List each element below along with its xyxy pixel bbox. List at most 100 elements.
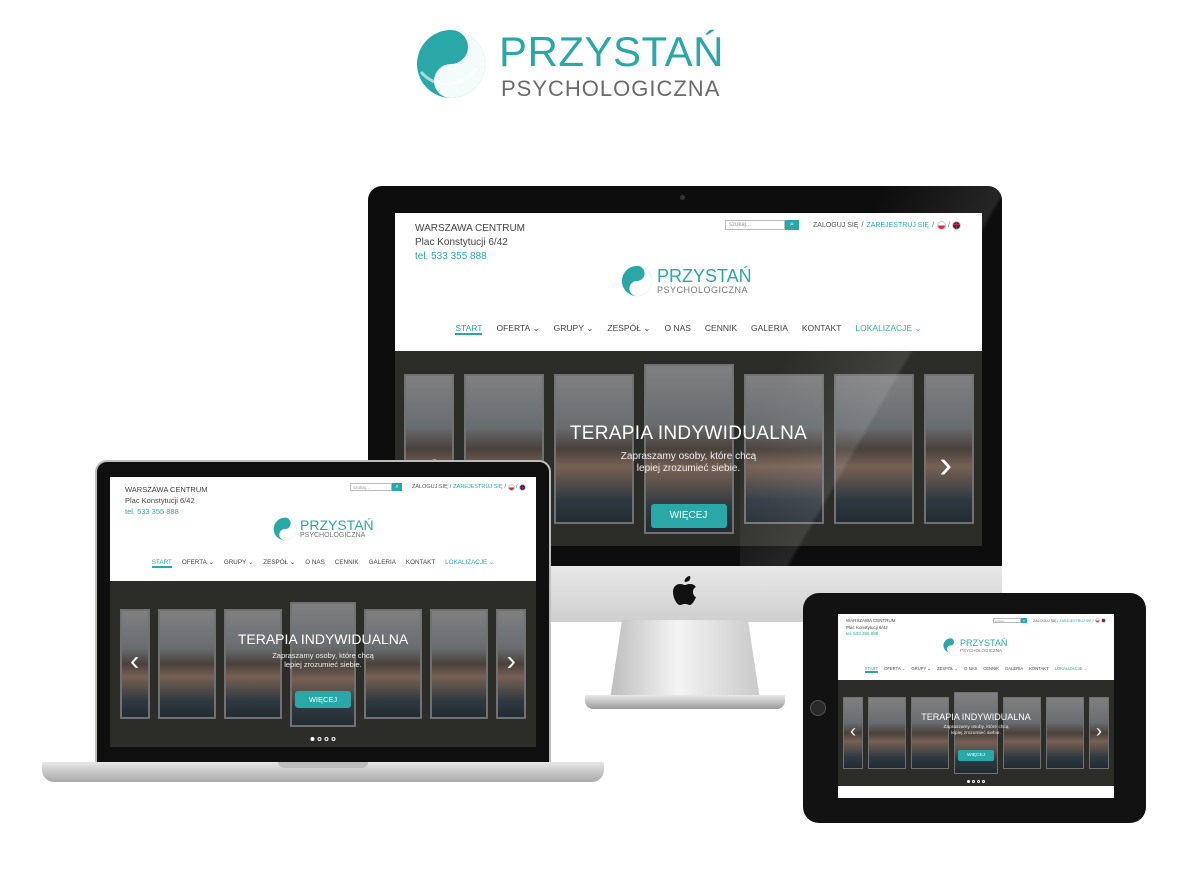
- chevron-down-icon: ⌄: [248, 559, 254, 566]
- site-logo-tagline: PSYCHOLOGICZNA: [300, 532, 366, 539]
- separator: /: [1092, 618, 1094, 623]
- search-input[interactable]: szukaj...: [993, 618, 1021, 623]
- nav-lokalizacje[interactable]: LOKALIZACJE ⌄: [1055, 666, 1088, 673]
- slider-dot[interactable]: [317, 737, 322, 741]
- search-icon[interactable]: ⌕: [785, 220, 799, 230]
- chevron-left-icon[interactable]: ‹: [850, 722, 856, 740]
- pl-flag-icon[interactable]: [1094, 618, 1100, 623]
- hero-title: TERAPIA INDYWIDUALNA: [237, 631, 409, 647]
- slider-dot[interactable]: [972, 780, 975, 783]
- monitor-stand-foot: [585, 695, 785, 709]
- nav-lokalizacje[interactable]: LOKALIZACJE ⌄: [445, 559, 494, 568]
- search-input[interactable]: szukaj...: [350, 483, 392, 491]
- separator: /: [1057, 618, 1059, 623]
- address-street: Plac Konstytucji 6/42: [125, 496, 195, 505]
- nav-o-nas[interactable]: O NAS: [964, 666, 977, 673]
- slider-dot[interactable]: [982, 780, 985, 783]
- nav-oferta[interactable]: OFERTA ⌄: [182, 559, 214, 568]
- nav-oferta[interactable]: OFERTA ⌄: [884, 666, 905, 673]
- chevron-down-icon: ⌄: [914, 323, 922, 333]
- gb-flag-icon[interactable]: [518, 483, 526, 491]
- nav-zespol[interactable]: ZESPÓŁ ⌄: [937, 666, 958, 673]
- phone-number[interactable]: tel. 533 355 888: [125, 506, 208, 517]
- nav-cennik[interactable]: CENNIK: [705, 323, 737, 335]
- phone-number[interactable]: tel. 533 355 888: [846, 631, 896, 638]
- nav-start[interactable]: START: [151, 559, 172, 568]
- apple-logo-icon: [672, 576, 698, 614]
- login-link[interactable]: ZALOGUJ SIĘ: [1033, 619, 1056, 623]
- chevron-right-icon[interactable]: ›: [1096, 722, 1102, 740]
- nav-zespol[interactable]: ZESPÓŁ ⌄: [607, 323, 650, 335]
- login-link[interactable]: ZALOGUJ SIĘ: [813, 222, 859, 229]
- hero-title: TERAPIA INDYWIDUALNA: [569, 423, 808, 444]
- brand-tagline: PSYCHOLOGICZNA: [501, 76, 721, 101]
- yin-yang-wave-icon: [943, 638, 958, 653]
- nav-galeria[interactable]: GALERIA: [369, 559, 396, 568]
- more-button[interactable]: WIĘCEJ: [295, 691, 351, 708]
- login-link[interactable]: ZALOGUJ SIĘ: [412, 484, 448, 490]
- separator: /: [449, 484, 452, 490]
- search-input[interactable]: szukaj...: [725, 220, 785, 230]
- more-button[interactable]: WIĘCEJ: [958, 750, 994, 761]
- search-icon[interactable]: ⌕: [1021, 618, 1027, 623]
- brand-name: PRZYSTAŃ: [499, 28, 724, 75]
- register-link[interactable]: ZAREJESTRUJ SIĘ: [1059, 619, 1091, 623]
- nav-zespol[interactable]: ZESPÓŁ ⌄: [263, 559, 295, 568]
- separator: /: [948, 221, 950, 229]
- chevron-right-icon[interactable]: ›: [507, 647, 516, 675]
- nav-cennik[interactable]: CENNIK: [983, 666, 999, 673]
- nav-oferta[interactable]: OFERTA ⌄: [496, 323, 539, 335]
- nav-cennik[interactable]: CENNIK: [335, 559, 359, 568]
- brand-logo: PRZYSTAŃ PSYCHOLOGICZNA: [415, 28, 745, 103]
- slider-dot[interactable]: [324, 737, 329, 741]
- chevron-left-icon[interactable]: ‹: [130, 647, 139, 675]
- register-link[interactable]: ZAREJESTRUJ SIĘ: [453, 484, 502, 490]
- chevron-down-icon: ⌄: [643, 323, 651, 333]
- chevron-down-icon: ⌄: [289, 559, 296, 566]
- nav-grupy[interactable]: GRUPY ⌄: [554, 323, 594, 335]
- nav-galeria[interactable]: GALERIA: [1005, 666, 1023, 673]
- home-button-icon[interactable]: [810, 700, 826, 716]
- yin-yang-wave-icon: [621, 265, 653, 297]
- nav-kontakt[interactable]: KONTAKT: [406, 559, 435, 568]
- pl-flag-icon[interactable]: [937, 220, 947, 230]
- site-logo[interactable]: PRZYSTAŃ PSYCHOLOGICZNA: [621, 265, 752, 297]
- separator: /: [932, 221, 935, 229]
- nav-start[interactable]: START: [864, 666, 879, 673]
- chevron-down-icon: ⌄: [488, 559, 495, 566]
- hero-subtitle-line2: lepiej zrozumieć siebie.: [284, 660, 362, 669]
- site-logo[interactable]: PRZYSTAŃ PSYCHOLOGICZNA: [943, 638, 1007, 653]
- gb-flag-icon[interactable]: [952, 220, 961, 230]
- nav-galeria[interactable]: GALERIA: [751, 323, 788, 335]
- laptop-notch: [278, 762, 368, 768]
- nav-grupy[interactable]: GRUPY ⌄: [911, 666, 931, 673]
- laptop-website: WARSZAWA CENTRUM Plac Konstytucji 6/42 t…: [110, 477, 536, 747]
- pl-flag-icon[interactable]: [508, 483, 516, 491]
- chevron-right-icon[interactable]: ›: [939, 446, 952, 484]
- nav-kontakt[interactable]: KONTAKT: [802, 323, 842, 335]
- search-icon[interactable]: ⌕: [392, 483, 402, 491]
- nav-lokalizacje[interactable]: LOKALIZACJE ⌄: [855, 323, 921, 335]
- register-link[interactable]: ZAREJESTRUJ SIĘ: [866, 222, 929, 229]
- slider-dot[interactable]: [967, 780, 970, 783]
- site-logo[interactable]: PRZYSTAŃ PSYCHOLOGICZNA: [273, 517, 374, 541]
- site-logo-tagline: PSYCHOLOGICZNA: [960, 647, 1003, 653]
- nav-o-nas[interactable]: O NAS: [664, 323, 690, 335]
- nav-o-nas[interactable]: O NAS: [305, 559, 325, 568]
- nav-start[interactable]: START: [455, 323, 483, 335]
- hero-slider: TERAPIA INDYWIDUALNA Zapraszamy osoby, k…: [110, 581, 536, 747]
- tablet-website: WARSZAWA CENTRUM Plac Konstytucji 6/42 t…: [838, 614, 1114, 798]
- nav-kontakt[interactable]: KONTAKT: [1029, 666, 1048, 673]
- slider-dot[interactable]: [331, 737, 336, 741]
- hero-subtitle-line2: lepiej zrozumieć siebie.: [951, 731, 1001, 736]
- phone-number[interactable]: tel. 533 355 888: [415, 250, 525, 264]
- camera-dot: [680, 195, 685, 200]
- slider-dot[interactable]: [977, 780, 980, 783]
- slider-dot[interactable]: [310, 737, 315, 741]
- nav-grupy[interactable]: GRUPY ⌄: [224, 559, 253, 568]
- chevron-down-icon: ⌄: [586, 323, 594, 333]
- address-city: WARSZAWA CENTRUM: [846, 618, 896, 623]
- hero-slider: TERAPIA INDYWIDUALNA Zapraszamy osoby, k…: [838, 680, 1114, 786]
- more-button[interactable]: WIĘCEJ: [650, 504, 727, 528]
- gb-flag-icon[interactable]: [1100, 618, 1106, 623]
